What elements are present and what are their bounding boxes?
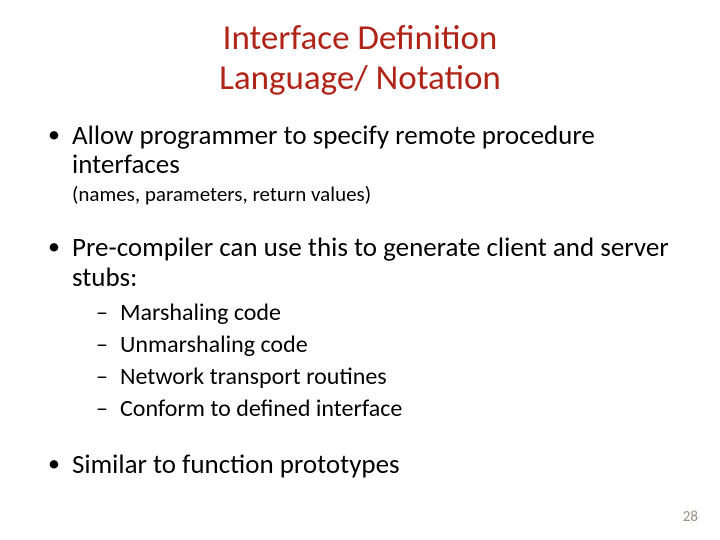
sub-bullet-text: Network transport routines [120, 362, 387, 391]
sub-bullet-text: Conform to defined interface [120, 394, 402, 423]
slide-title: Interface Definition Language/ Notation [40, 18, 680, 99]
page-number: 28 [683, 508, 698, 526]
bullet-text: Similar to function prototypes [72, 448, 400, 481]
sub-bullet-text: Unmarshaling code [120, 330, 308, 359]
list-item: Network transport routines [96, 362, 680, 392]
slide: Interface Definition Language/ Notation … [0, 0, 720, 540]
title-line-1: Interface Definition [223, 17, 498, 59]
title-line-2: Language/ Notation [219, 57, 501, 99]
list-item: Unmarshaling code [96, 330, 680, 360]
bullet-text: Allow programmer to specify remote proce… [72, 119, 595, 182]
list-item: Allow programmer to specify remote proce… [40, 121, 680, 208]
sub-bullet-list: Marshaling code Unmarshaling code Networ… [96, 298, 680, 424]
sub-bullet-text: Marshaling code [120, 298, 281, 327]
list-item: Pre-compiler can use this to generate cl… [40, 233, 680, 424]
list-item: Marshaling code [96, 298, 680, 328]
bullet-text: Pre-compiler can use this to generate cl… [72, 231, 669, 294]
list-item: Conform to defined interface [96, 394, 680, 424]
bullet-list: Allow programmer to specify remote proce… [40, 121, 680, 481]
list-item: Similar to function prototypes [40, 450, 680, 480]
bullet-subnote: (names, parameters, return values) [72, 182, 680, 207]
